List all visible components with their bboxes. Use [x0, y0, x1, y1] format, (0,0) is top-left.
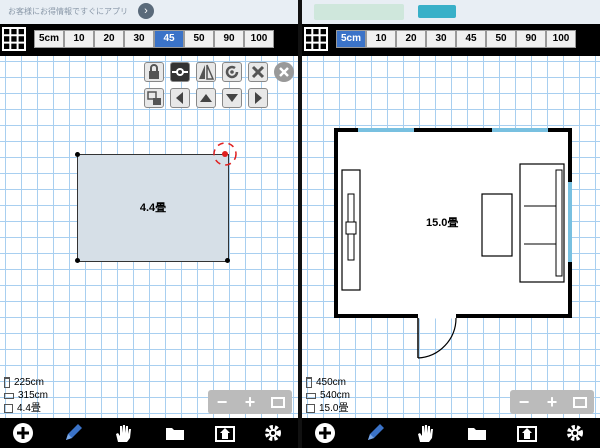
scale-option[interactable]: 30 — [124, 30, 154, 48]
grid-icon[interactable] — [2, 27, 26, 51]
left-screen: お客様にお得情報ですぐにアプリ › 5cm 10 20 30 45 50 90 … — [0, 0, 298, 448]
depth-value: 315cm — [18, 390, 49, 401]
zoom-controls: − + — [208, 390, 292, 414]
ad-text: お客様にお得情報ですぐにアプリ — [8, 7, 128, 16]
flip-icon[interactable] — [196, 62, 216, 82]
add-icon[interactable] — [12, 422, 34, 444]
fit-view-button[interactable] — [266, 392, 290, 412]
unlock-icon[interactable] — [144, 88, 164, 108]
bottom-toolbar — [0, 418, 298, 448]
arrow-down-icon[interactable] — [222, 88, 242, 108]
scale-option[interactable]: 90 — [214, 30, 244, 48]
lock-icon[interactable] — [144, 62, 164, 82]
door-swing — [417, 317, 457, 359]
grid-icon[interactable] — [304, 27, 328, 51]
hand-icon[interactable] — [112, 422, 134, 444]
dimension-readout: 225cm 315cm 4.4畳 — [4, 376, 48, 415]
area-icon — [306, 404, 315, 413]
scale-option[interactable]: 50 — [486, 30, 516, 48]
scale-option-selected[interactable]: 5cm — [336, 30, 366, 48]
width-value: 450cm — [316, 377, 347, 388]
depth-value: 540cm — [320, 390, 351, 401]
zoom-out-button[interactable]: − — [210, 392, 234, 412]
floor-plan-canvas[interactable]: 15.0畳 450cm 540cm 15.0畳 − + — [302, 56, 600, 418]
room-area-label: 4.4畳 — [139, 202, 167, 214]
zoom-controls: − + — [510, 390, 594, 414]
corner-handle[interactable] — [75, 152, 80, 157]
scale-option-selected[interactable]: 45 — [154, 30, 184, 48]
hand-icon[interactable] — [414, 422, 436, 444]
scale-option[interactable]: 20 — [94, 30, 124, 48]
move-icon[interactable] — [170, 62, 190, 82]
zoom-out-button[interactable]: − — [512, 392, 536, 412]
tv-stand — [345, 221, 357, 235]
corner-handle[interactable] — [225, 258, 230, 263]
scale-option[interactable]: 100 — [546, 30, 576, 48]
width-value: 225cm — [14, 377, 45, 388]
delete-icon[interactable] — [248, 62, 268, 82]
room-shape[interactable]: 4.4畳 — [77, 154, 229, 262]
folder-icon[interactable] — [164, 422, 186, 444]
scale-toolbar: 5cm 10 20 30 45 50 90 100 — [0, 24, 298, 56]
ad-arrow-icon[interactable]: › — [138, 3, 154, 19]
rotate-icon[interactable] — [222, 62, 242, 82]
arrow-left-icon[interactable] — [170, 88, 190, 108]
scale-option[interactable]: 90 — [516, 30, 546, 48]
width-icon — [306, 377, 312, 388]
floorplan-icon[interactable] — [214, 422, 236, 444]
scale-option[interactable]: 30 — [426, 30, 456, 48]
area-value: 15.0畳 — [319, 403, 349, 414]
corner-handle[interactable] — [75, 258, 80, 263]
close-icon[interactable] — [274, 62, 294, 82]
zoom-in-button[interactable]: + — [238, 392, 262, 412]
scale-option[interactable]: 5cm — [34, 30, 64, 48]
settings-gear-icon[interactable] — [564, 422, 586, 444]
scale-option[interactable]: 100 — [244, 30, 274, 48]
scale-selector: 5cm 10 20 30 45 50 90 100 — [34, 30, 274, 48]
width-icon — [4, 377, 10, 388]
settings-gear-icon[interactable] — [262, 422, 284, 444]
scale-option[interactable]: 10 — [64, 30, 94, 48]
sofa-back — [555, 169, 563, 277]
pencil-icon[interactable] — [364, 422, 386, 444]
scale-option[interactable]: 10 — [366, 30, 396, 48]
zoom-in-button[interactable]: + — [540, 392, 564, 412]
right-screen: 5cm 10 20 30 45 50 90 100 15.0畳 450cm 54… — [302, 0, 600, 448]
arrow-up-icon[interactable] — [196, 88, 216, 108]
dimension-readout: 450cm 540cm 15.0畳 — [306, 376, 350, 415]
add-icon[interactable] — [314, 422, 336, 444]
bottom-toolbar — [302, 418, 600, 448]
area-value: 4.4畳 — [17, 403, 41, 414]
scale-option[interactable]: 20 — [396, 30, 426, 48]
room-area-label: 15.0畳 — [426, 217, 459, 229]
area-icon — [4, 404, 13, 413]
ad-banner[interactable]: お客様にお得情報ですぐにアプリ › — [0, 0, 298, 24]
arrow-right-icon[interactable] — [248, 88, 268, 108]
scale-option[interactable]: 45 — [456, 30, 486, 48]
floor-plan-canvas[interactable]: 4.4畳 225cm 315cm 4.4畳 − + — [0, 56, 298, 418]
fit-view-button[interactable] — [568, 392, 592, 412]
low-table — [481, 193, 513, 257]
floorplan-icon[interactable] — [516, 422, 538, 444]
folder-icon[interactable] — [466, 422, 488, 444]
scale-toolbar: 5cm 10 20 30 45 50 90 100 — [302, 24, 600, 56]
ad-banner[interactable] — [302, 0, 600, 24]
scale-option[interactable]: 50 — [184, 30, 214, 48]
ad-button[interactable] — [418, 5, 456, 18]
scale-selector: 5cm 10 20 30 45 50 90 100 — [336, 30, 576, 48]
depth-icon — [4, 392, 14, 399]
resize-handle-icon[interactable] — [210, 139, 240, 169]
ad-image — [314, 4, 404, 20]
pencil-icon[interactable] — [62, 422, 84, 444]
depth-icon — [306, 392, 316, 399]
